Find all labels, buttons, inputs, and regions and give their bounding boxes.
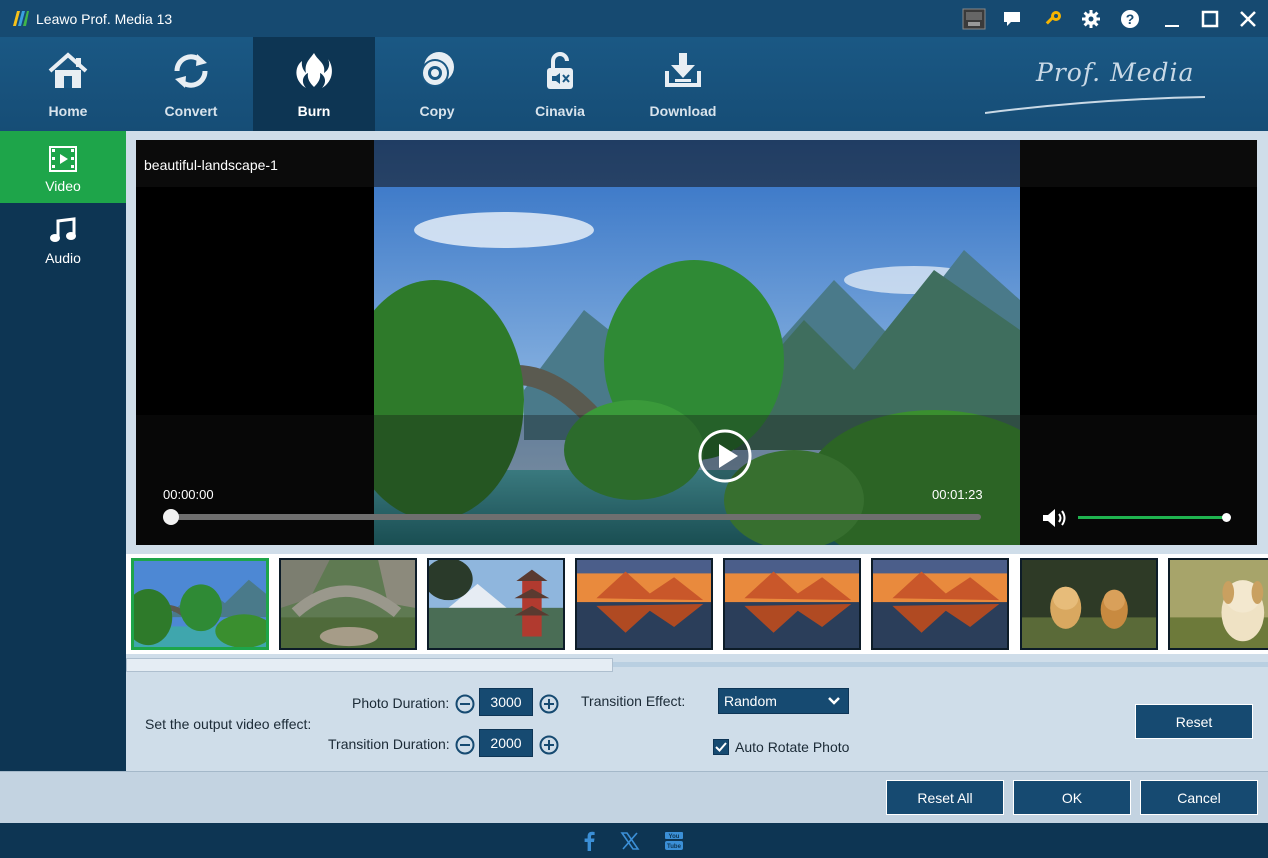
sidebar: Video Audio [0, 131, 126, 771]
svg-text:Tube: Tube [667, 844, 682, 850]
transition-duration-decrease-icon[interactable] [455, 735, 475, 755]
thumbnail-scrollbar[interactable] [126, 658, 1268, 672]
minimize-icon[interactable] [1159, 6, 1185, 32]
video-icon [49, 146, 77, 172]
cancel-button[interactable]: Cancel [1140, 780, 1258, 815]
thumbnail-sunset-lake-3[interactable] [871, 558, 1009, 650]
photo-duration-field[interactable]: 3000 [479, 688, 533, 716]
video-file-name: beautiful-landscape-1 [144, 157, 278, 173]
transition-effect-value: Random [724, 693, 777, 709]
sidebar-item-video-label: Video [45, 178, 81, 194]
transition-duration-increase-icon[interactable] [539, 735, 559, 755]
brand-logo: Prof. Media [1036, 58, 1195, 87]
volume-icon[interactable] [1041, 507, 1071, 529]
thumbnail-sunset-lake-1[interactable] [575, 558, 713, 650]
volume-handle[interactable] [1222, 513, 1231, 522]
chevron-down-icon [828, 697, 840, 705]
help-icon[interactable]: ? [1117, 6, 1143, 32]
transition-effect-select[interactable]: Random [718, 688, 849, 714]
current-time: 00:00:00 [163, 487, 214, 502]
app-title: Leawo Prof. Media 13 [36, 11, 173, 27]
youtube-icon[interactable]: You Tube [664, 831, 684, 851]
player-title-bar: beautiful-landscape-1 [136, 140, 1257, 187]
auto-rotate-label: Auto Rotate Photo [735, 739, 850, 755]
app-logo-icon [13, 11, 29, 26]
cinavia-icon [547, 52, 573, 89]
progress-handle[interactable] [163, 509, 179, 525]
transition-duration-label: Transition Duration: [328, 736, 450, 752]
gear-icon[interactable] [1078, 6, 1104, 32]
volume-slider[interactable] [1078, 516, 1226, 519]
thumbnail-bridge-mountains[interactable] [131, 558, 269, 650]
feedback-icon[interactable] [999, 6, 1025, 32]
effect-settings-label: Set the output video effect: [145, 716, 312, 732]
copy-icon [421, 52, 454, 87]
effect-settings: Set the output video effect: Photo Durat… [126, 672, 1268, 771]
photo-duration-increase-icon[interactable] [539, 694, 559, 714]
nav-download-label: Download [649, 103, 717, 119]
sidebar-item-audio[interactable]: Audio [0, 203, 126, 275]
thumbnail-pagoda[interactable] [427, 558, 565, 650]
thumbnail-strip [126, 554, 1268, 654]
ok-button[interactable]: OK [1013, 780, 1131, 815]
thumbnail-puppy[interactable] [1168, 558, 1268, 650]
thumbnail-sunset-lake-2[interactable] [723, 558, 861, 650]
maximize-icon[interactable] [1197, 6, 1223, 32]
scrollbar-thumb[interactable] [126, 658, 613, 672]
play-icon[interactable] [697, 428, 753, 484]
nav-download[interactable]: Download [622, 37, 744, 131]
checkmark-icon [715, 742, 727, 752]
video-player[interactable]: beautiful-landscape-1 00:00:00 00:01:23 [136, 140, 1257, 545]
transition-duration-field[interactable]: 2000 [479, 729, 533, 757]
nav-convert-label: Convert [164, 103, 218, 119]
gpu-icon[interactable] [961, 6, 987, 32]
total-time: 00:01:23 [932, 487, 983, 502]
brand-swoosh [985, 96, 1205, 114]
key-icon[interactable] [1040, 6, 1066, 32]
thumbnail-stone-bridge[interactable] [279, 558, 417, 650]
sidebar-item-audio-label: Audio [45, 250, 81, 266]
nav-burn-label: Burn [297, 103, 331, 119]
progress-bar[interactable] [171, 514, 981, 520]
music-icon [50, 217, 76, 242]
title-bar: Leawo Prof. Media 13 ? [0, 0, 1268, 37]
nav-home[interactable]: Home [7, 37, 129, 131]
reset-all-button[interactable]: Reset All [886, 780, 1004, 815]
x-icon[interactable] [620, 831, 640, 851]
close-icon[interactable] [1235, 6, 1261, 32]
burn-icon [296, 53, 332, 88]
main-nav: Home Convert Burn Copy Cinavia Download … [0, 37, 1268, 131]
social-bar: You Tube [0, 823, 1268, 858]
main-panel: beautiful-landscape-1 00:00:00 00:01:23 [126, 131, 1268, 771]
reset-button[interactable]: Reset [1135, 704, 1253, 739]
convert-icon [174, 54, 208, 88]
nav-convert[interactable]: Convert [130, 37, 252, 131]
photo-duration-decrease-icon[interactable] [455, 694, 475, 714]
sidebar-item-video[interactable]: Video [0, 131, 126, 203]
svg-text:You: You [669, 834, 680, 840]
scrollbar-track [612, 662, 1268, 667]
svg-text:?: ? [1126, 11, 1135, 27]
auto-rotate-checkbox[interactable] [713, 739, 729, 755]
facebook-icon[interactable] [580, 831, 600, 851]
nav-cinavia[interactable]: Cinavia [499, 37, 621, 131]
nav-copy[interactable]: Copy [376, 37, 498, 131]
photo-duration-label: Photo Duration: [352, 695, 450, 711]
volume-fill [1078, 516, 1226, 519]
home-icon [48, 52, 88, 88]
nav-cinavia-label: Cinavia [535, 103, 585, 119]
nav-burn[interactable]: Burn [253, 37, 375, 131]
transition-effect-label: Transition Effect: [581, 693, 686, 709]
nav-copy-label: Copy [419, 103, 455, 119]
nav-home-label: Home [48, 103, 88, 119]
thumbnail-puppies[interactable] [1020, 558, 1158, 650]
dialog-footer: Reset All OK Cancel [0, 771, 1268, 823]
download-icon [665, 53, 701, 87]
